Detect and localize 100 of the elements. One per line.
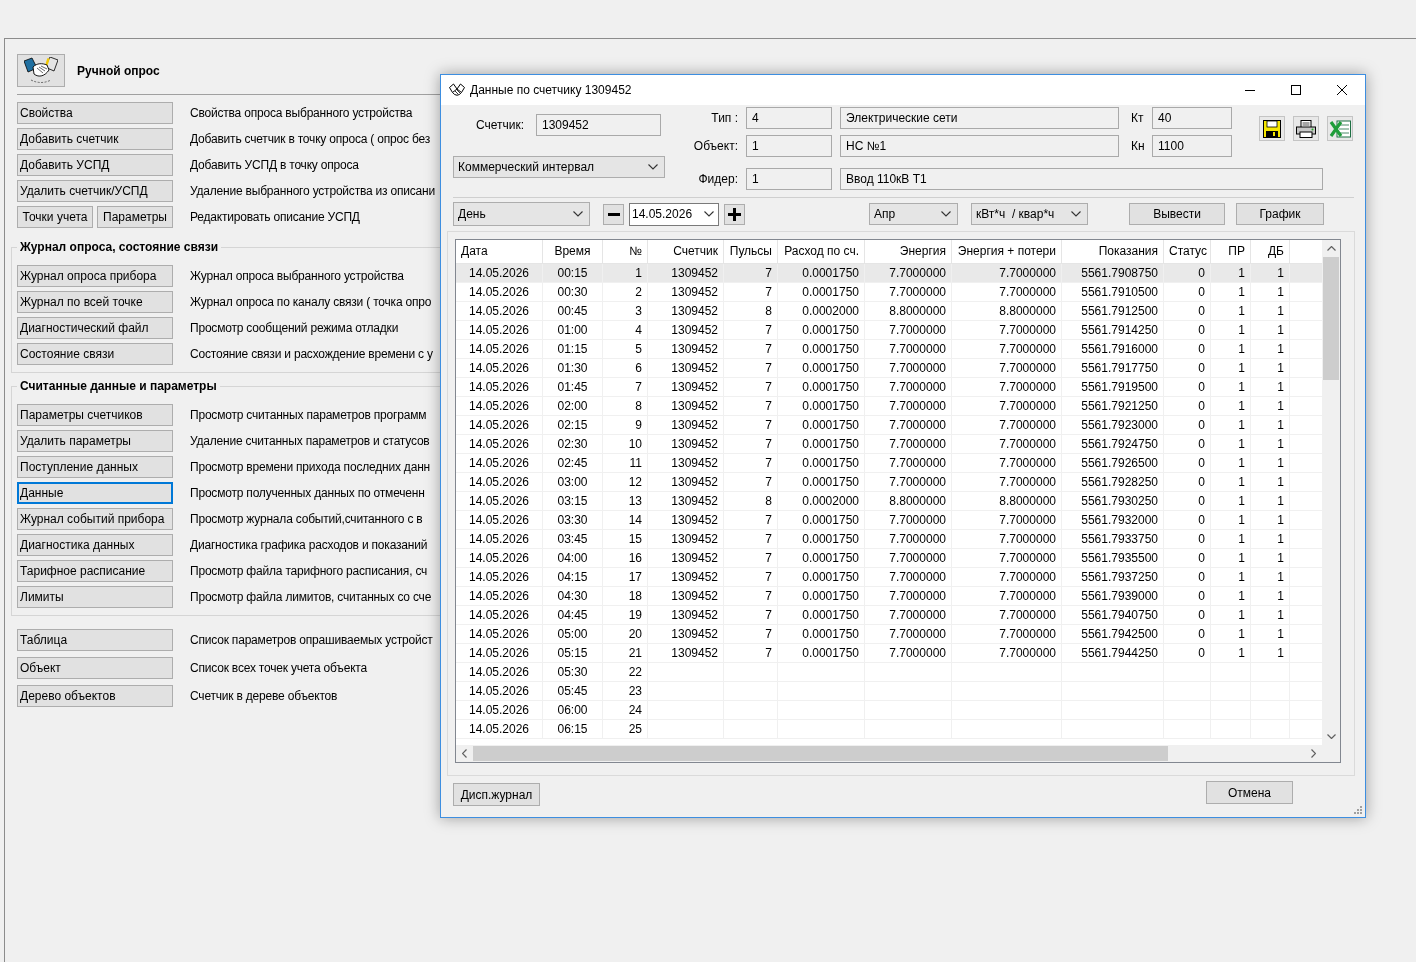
panel-title: Ручной опрос [77, 63, 160, 78]
table-row[interactable]: 14.05.2026 04:15 17 1309452 7 0.0001750 7.7000000 7.7000000 5561.7937250 0 1 1 [456, 568, 1322, 587]
table-row[interactable]: 14.05.2026 00:30 2 1309452 7 0.0001750 7.7000000 7.7000000 5561.7910500 0 1 1 [456, 283, 1322, 302]
toolbar-button[interactable]: График [1236, 203, 1324, 225]
decrement-button[interactable] [603, 203, 624, 225]
print-button[interactable] [1293, 116, 1319, 141]
table-row[interactable]: 14.05.2026 06:15 25 [456, 720, 1322, 739]
name-field[interactable]: Электрические сети [840, 107, 1119, 129]
action-button[interactable]: Параметры [97, 206, 173, 228]
table-row[interactable]: 14.05.2026 04:30 18 1309452 7 0.0001750 7.7000000 7.7000000 5561.7939000 0 1 1 [456, 587, 1322, 606]
date-field[interactable]: 14.05.2026 [629, 202, 719, 226]
action-button[interactable]: Тарифное расписание [17, 560, 173, 582]
action-button[interactable]: Объект [17, 657, 173, 679]
action-description: Просмотр журнала событий,считанного с в [190, 512, 423, 526]
action-description: Свойства опроса выбранного устройства [190, 106, 413, 120]
action-description: Журнал опроса выбранного устройства [190, 269, 404, 283]
resize-grip-icon[interactable] [1354, 806, 1362, 814]
action-button[interactable]: Дерево объектов [17, 685, 173, 707]
table-row[interactable]: 14.05.2026 02:15 9 1309452 7 0.0001750 7.7000000 7.7000000 5561.7923000 0 1 1 [456, 416, 1322, 435]
journal-button[interactable]: Дисп.журнал [453, 783, 540, 806]
table-row[interactable]: 14.05.2026 05:30 22 [456, 663, 1322, 682]
action-button[interactable]: Параметры счетчиков [17, 404, 173, 426]
action-button[interactable]: Данные [17, 482, 173, 504]
table-row[interactable]: 14.05.2026 04:45 19 1309452 7 0.0001750 7.7000000 7.7000000 5561.7940750 0 1 1 [456, 606, 1322, 625]
manual-poll-button[interactable] [17, 54, 65, 87]
action-description: Просмотр считанных параметров программ [190, 408, 427, 422]
printer-icon [1296, 119, 1316, 138]
handshake-icon [24, 57, 58, 84]
table-row[interactable]: 14.05.2026 05:15 21 1309452 7 0.0001750 7.7000000 7.7000000 5561.7944250 0 1 1 [456, 644, 1322, 663]
table-row[interactable]: 14.05.2026 03:00 12 1309452 7 0.0001750 7.7000000 7.7000000 5561.7928250 0 1 1 [456, 473, 1322, 492]
name-field[interactable]: Ввод 110кВ Т1 [840, 168, 1323, 190]
chevron-left-icon [462, 749, 467, 758]
table-row[interactable]: 14.05.2026 01:30 6 1309452 7 0.0001750 7.7000000 7.7000000 5561.7917750 0 1 1 [456, 359, 1322, 378]
table-row[interactable]: 14.05.2026 03:45 15 1309452 7 0.0001750 7.7000000 7.7000000 5561.7933750 0 1 1 [456, 530, 1322, 549]
table-row[interactable]: 14.05.2026 01:45 7 1309452 7 0.0001750 7.7000000 7.7000000 5561.7919500 0 1 1 [456, 378, 1322, 397]
handshake-icon [449, 83, 465, 97]
horizontal-scrollbar[interactable] [456, 745, 1322, 762]
action-description: Список всех точек учета объекта [190, 661, 367, 675]
action-description: Удаление выбранного устройства из описани [190, 184, 436, 198]
action-button[interactable]: Поступление данных [17, 456, 173, 478]
table-row[interactable]: 14.05.2026 03:30 14 1309452 7 0.0001750 7.7000000 7.7000000 5561.7932000 0 1 1 [456, 511, 1322, 530]
action-description: Добавить УСПД в точку опроса [190, 158, 359, 172]
table-row[interactable]: 14.05.2026 04:00 16 1309452 7 0.0001750 7.7000000 7.7000000 5561.7935500 0 1 1 [456, 549, 1322, 568]
field-label: Тип : [710, 111, 738, 125]
table-row[interactable]: 14.05.2026 05:45 23 [456, 682, 1322, 701]
action-button[interactable]: Состояние связи [17, 343, 173, 365]
table-row[interactable]: 14.05.2026 00:15 1 1309452 7 0.0001750 7.7000000 7.7000000 5561.7908750 0 1 1 [456, 264, 1322, 283]
action-button[interactable]: Журнал опроса прибора [17, 265, 173, 287]
vertical-scrollbar[interactable] [1322, 240, 1340, 745]
table-row[interactable]: 14.05.2026 05:00 20 1309452 7 0.0001750 7.7000000 7.7000000 5561.7942500 0 1 1 [456, 625, 1322, 644]
coefficient-field[interactable]: 1100 [1152, 135, 1232, 157]
export-button[interactable] [1327, 116, 1353, 141]
field-label: Кн [1130, 139, 1146, 153]
action-description: Счетчик в дереве объектов [190, 689, 338, 703]
coefficient-field[interactable]: 40 [1152, 107, 1232, 129]
action-description: Просмотр полученных данных по отмеченн [190, 486, 425, 500]
scrollbar-thumb[interactable] [1323, 257, 1339, 380]
action-button[interactable]: Удалить счетчик/УСПД [17, 180, 173, 202]
field-label: Фидер: [697, 172, 738, 186]
name-field[interactable]: НС №1 [840, 135, 1119, 157]
table-row[interactable]: 14.05.2026 06:00 24 [456, 701, 1322, 720]
action-button[interactable]: Таблица [17, 629, 173, 651]
action-button[interactable]: Добавить счетчик [17, 128, 173, 150]
table-row[interactable]: 14.05.2026 02:00 8 1309452 7 0.0001750 7.7000000 7.7000000 5561.7921250 0 1 1 [456, 397, 1322, 416]
action-button[interactable]: Лимиты [17, 586, 173, 608]
code-field[interactable]: 1 [746, 135, 832, 157]
increment-button[interactable] [724, 203, 745, 225]
table-row[interactable]: 14.05.2026 02:30 10 1309452 7 0.0001750 7.7000000 7.7000000 5561.7924750 0 1 1 [456, 435, 1322, 454]
action-button[interactable]: Добавить УСПД [17, 154, 173, 176]
table-row[interactable]: 14.05.2026 03:15 13 1309452 8 0.0002000 8.8000000 8.8000000 5561.7930250 0 1 1 [456, 492, 1322, 511]
action-button[interactable]: Диагностика данных [17, 534, 173, 556]
table-row[interactable]: 14.05.2026 01:00 4 1309452 7 0.0001750 7.7000000 7.7000000 5561.7914250 0 1 1 [456, 321, 1322, 340]
month-dropdown[interactable]: Апр [869, 203, 958, 225]
code-field[interactable]: 1 [746, 168, 832, 190]
table-row[interactable]: 14.05.2026 02:45 11 1309452 7 0.0001750 7.7000000 7.7000000 5561.7926500 0 1 1 [456, 454, 1322, 473]
code-field[interactable]: 4 [746, 107, 832, 129]
meter-field[interactable]: 1309452 [536, 114, 661, 136]
table-row[interactable]: 14.05.2026 01:15 5 1309452 7 0.0001750 7.7000000 7.7000000 5561.7916000 0 1 1 [456, 340, 1322, 359]
group-heading: Считанные данные и параметры [19, 379, 218, 393]
action-button[interactable]: Журнал по всей точке [17, 291, 173, 313]
units-dropdown[interactable]: кВт*ч / квар*ч [971, 203, 1088, 225]
action-button[interactable]: Свойства [17, 102, 173, 124]
interval-dropdown[interactable]: Коммерческий интервал [453, 156, 665, 178]
save-button[interactable] [1259, 116, 1285, 141]
action-button[interactable]: Диагностический файл [17, 317, 173, 339]
table-cell: 06:15 [543, 720, 603, 739]
action-description: Журнал опроса по каналу связи ( точка опро [190, 295, 432, 309]
cancel-button[interactable]: Отмена [1206, 781, 1293, 804]
chevron-right-icon [1311, 749, 1316, 758]
chevron-up-icon [1326, 246, 1336, 251]
action-button[interactable]: Удалить параметры [17, 430, 173, 452]
period-dropdown[interactable]: День [453, 202, 590, 226]
toolbar-button[interactable]: Вывести [1129, 203, 1225, 225]
action-button[interactable]: Журнал событий прибора [17, 508, 173, 530]
action-button[interactable]: Точки учета [17, 206, 93, 228]
caret-icon [941, 211, 951, 217]
action-description: Редактировать описание УСПД [190, 210, 360, 224]
action-description: Диагностика графика расходов и показаний [190, 538, 428, 552]
table-row[interactable]: 14.05.2026 00:45 3 1309452 8 0.0002000 8.8000000 8.8000000 5561.7912500 0 1 1 [456, 302, 1322, 321]
scrollbar-thumb[interactable] [473, 746, 1168, 761]
